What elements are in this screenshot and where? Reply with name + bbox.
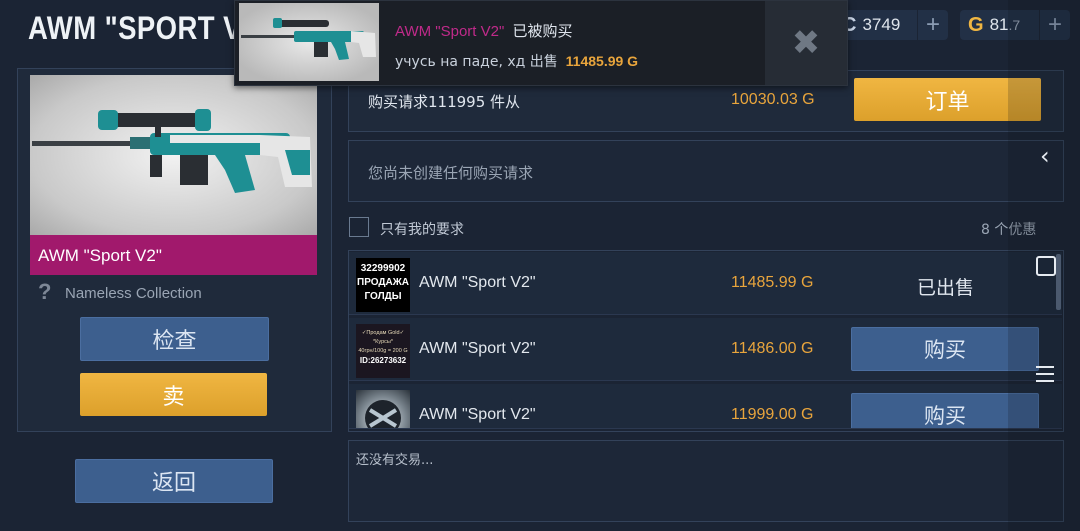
purchase-notification: AWM "Sport V2" 已被购买 учусь на паде, хд 出售… [234, 0, 848, 86]
square-icon[interactable] [1036, 256, 1056, 276]
item-name-banner: AWM "Sport V2" [30, 235, 317, 275]
close-icon: ✖ [791, 24, 821, 62]
menu-icon[interactable] [1036, 366, 1054, 382]
offer-item-name: AWM "Sport V2" [419, 274, 536, 291]
offer-price: 11999.00 G [731, 406, 814, 423]
add-coins-button[interactable]: + [917, 10, 948, 40]
seller-avatar: 32299902 ПРОДАЖА ГОЛДЫ [356, 258, 410, 312]
collection-row: ? Nameless Collection [30, 275, 317, 311]
avatar-image [365, 400, 401, 428]
gold-icon: G [968, 13, 984, 36]
buy-request-price: 10030.03 G [731, 91, 815, 108]
collection-name: Nameless Collection [65, 285, 202, 302]
gold-value: 81 [989, 15, 1009, 34]
only-mine-label: 只有我的要求 [380, 222, 464, 238]
currency-coins: C 3749 + [836, 10, 948, 40]
close-notification-button[interactable]: ✖ [765, 1, 847, 85]
notification-price: 11485.99 G [565, 53, 639, 69]
inspect-button[interactable]: 检查 [80, 317, 269, 361]
buy-request-text: 购买请求111995 件从 [368, 93, 521, 111]
item-name: AWM "Sport V2" [38, 246, 162, 265]
help-icon[interactable]: ? [38, 279, 51, 305]
sold-status: 已出售 [917, 277, 975, 299]
trades-panel: 还没有交易... [348, 440, 1064, 522]
notification-seller-text: учусь на паде, хд 出售 [395, 54, 558, 70]
seller-avatar [356, 390, 410, 428]
chevron-left-icon[interactable]: ‹ [1040, 142, 1050, 170]
offer-price: 11486.00 G [731, 340, 814, 357]
sell-button[interactable]: 卖 [80, 373, 267, 416]
notification-item-name: AWM "Sport V2" [395, 23, 505, 40]
notification-status: 已被购买 [512, 22, 573, 40]
list-item: AWM "Sport V2" 11999.00 G 购买 [349, 384, 1062, 429]
offer-item-name: AWM "Sport V2" [419, 340, 536, 357]
only-mine-checkbox[interactable] [349, 217, 369, 237]
my-requests-panel: 您尚未创建任何购买请求 [348, 140, 1064, 202]
coins-value: 3749 [862, 15, 901, 34]
rifle-thumbnail [241, 18, 376, 60]
rifle-image [32, 109, 312, 193]
notification-item-image [239, 3, 379, 81]
list-item: ✓Продам Gold✓ *Курсы* 40грн/100g = 200 G… [349, 318, 1062, 381]
offer-item-name: AWM "Sport V2" [419, 406, 536, 423]
trades-empty-text: 还没有交易... [356, 453, 434, 468]
list-item: 32299902 ПРОДАЖА ГОЛДЫ AWM "Sport V2" 11… [349, 252, 1062, 315]
back-button[interactable]: 返回 [75, 459, 273, 503]
offer-price: 11485.99 G [731, 274, 814, 291]
my-requests-empty-text: 您尚未创建任何购买请求 [368, 164, 534, 182]
seller-avatar: ✓Продам Gold✓ *Курсы* 40грн/100g = 200 G… [356, 324, 410, 378]
item-image [30, 75, 317, 235]
